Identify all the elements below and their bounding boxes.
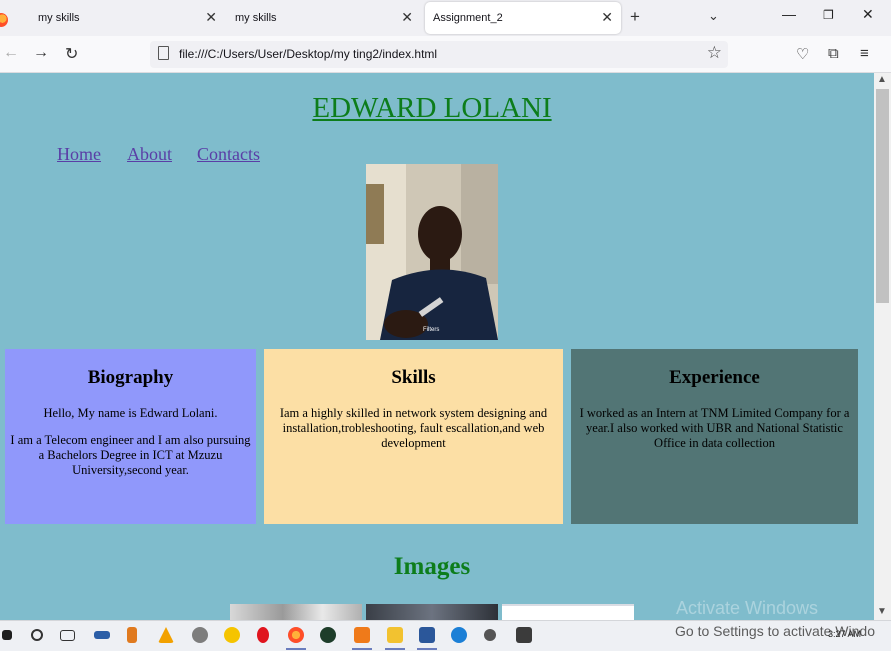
start-icon[interactable] [2,630,12,640]
scroll-up-icon[interactable]: ▲ [877,74,887,85]
tab-my-skills-2[interactable]: my skills ✕ [225,2,421,34]
card-heading: Biography [87,367,174,388]
opera-icon[interactable] [257,627,269,643]
tab-bar: my skills ✕ my skills ✕ Assignment_2 ✕ +… [0,0,891,36]
search-icon[interactable] [31,629,43,641]
vlc-icon[interactable] [158,627,174,643]
tab-title: my skills [235,12,277,24]
close-tab-icon[interactable]: ✕ [601,9,613,26]
nav-link-home[interactable]: Home [57,144,101,165]
page-scrollbar[interactable]: ▲ ▼ [874,73,891,620]
scroll-down-icon[interactable]: ▼ [877,606,887,617]
app-icon-gray[interactable] [192,627,208,643]
restore-icon[interactable]: ❐ [823,8,834,22]
app-icon-h[interactable] [320,627,336,643]
photos-icon[interactable] [516,627,532,643]
page-title: EDWARD LOLANI [312,92,552,124]
minimize-icon[interactable]: — [782,6,796,22]
file-explorer-icon[interactable] [385,627,405,650]
firefox-taskbar-icon[interactable] [286,627,306,650]
settings-icon[interactable] [484,629,496,641]
scrollbar-thumb[interactable] [876,89,889,303]
close-window-icon[interactable]: ✕ [862,6,874,23]
card-paragraph: I am a Telecom engineer and I am also pu… [10,433,251,477]
profile-photo-image [366,164,498,340]
app-icon-fox[interactable] [352,627,372,650]
tab-my-skills-1[interactable]: my skills ✕ [0,2,225,34]
menu-icon[interactable]: ≡ [860,45,869,62]
gallery-image-3 [502,604,634,620]
url-text[interactable]: file:///C:/Users/User/Desktop/my ting2/i… [179,47,437,61]
biography-card: Biography Hello, My name is Edward Lolan… [5,349,256,524]
back-icon[interactable]: ← [3,44,19,62]
tab-assignment-2[interactable]: Assignment_2 ✕ [425,2,621,34]
tab-title: my skills [38,12,80,24]
extensions-icon[interactable]: ⧉ [828,45,839,62]
card-heading: Skills [391,367,436,388]
gallery-image-1 [230,604,362,620]
tab-title: Assignment_2 [433,12,503,24]
nav-link-about[interactable]: About [127,144,172,165]
card-heading: Experience [669,367,760,388]
card-paragraph: Iam a highly skilled in network system d… [279,406,548,450]
forward-icon[interactable]: → [33,44,49,62]
taskbar-clock[interactable]: 3:27 AM [828,629,861,639]
close-tab-icon[interactable]: ✕ [401,9,413,26]
nav-link-contacts[interactable]: Contacts [197,144,260,165]
experience-card: Experience I worked as an Intern at TNM … [571,349,858,524]
page-icon [158,46,169,60]
card-paragraph: Hello, My name is Edward Lolani. [43,406,218,420]
gallery-image-2 [366,604,498,620]
word-icon[interactable] [417,627,437,650]
activate-windows-title: Activate Windows [676,598,819,618]
profile-photo [366,164,498,340]
reload-icon[interactable]: ↻ [65,44,78,64]
pocket-icon[interactable]: ♡ [796,45,809,63]
app-icon-orange[interactable] [127,627,137,643]
images-heading: Images [393,553,471,580]
new-tab-button[interactable]: + [630,7,640,27]
task-view-icon[interactable] [60,630,75,641]
skills-card: Skills Iam a highly skilled in network s… [264,349,563,524]
list-all-tabs-icon[interactable]: ⌄ [708,8,719,24]
bookmark-star-icon[interactable]: ☆ [707,43,722,63]
page-viewport: EDWARD LOLANI Home About Contacts Filter… [0,73,874,620]
card-paragraph: I worked as an Intern at TNM Limited Com… [579,406,850,450]
close-tab-icon[interactable]: ✕ [205,9,217,26]
app-icon-yellow[interactable] [224,627,240,643]
edge-icon[interactable] [451,627,467,643]
firefox-icon [0,13,8,27]
address-bar[interactable]: file:///C:/Users/User/Desktop/my ting2/i… [150,41,728,68]
keyboard-app-icon[interactable] [94,631,110,639]
windows-taskbar: Go to Settings to activate Windo 3:27 AM [0,620,891,651]
navigation-toolbar: ← → ↻ file:///C:/Users/User/Desktop/my t… [0,36,891,73]
photo-filters-label: Filters [423,327,440,333]
